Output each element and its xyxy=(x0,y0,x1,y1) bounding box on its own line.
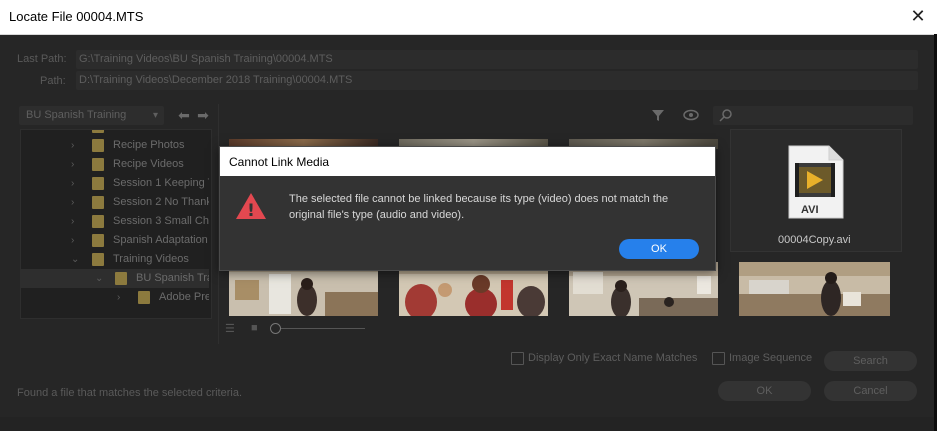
dialog-message-line2: original file's type (audio and video). xyxy=(289,209,465,221)
icon-view-icon[interactable]: ■ xyxy=(251,322,258,334)
tree-item-label: Recipe Videos xyxy=(113,158,184,170)
tree-item[interactable]: › Recipe Videos xyxy=(21,155,209,174)
chevron-down-icon: ▾ xyxy=(152,110,158,121)
window-title: Locate File 00004.MTS xyxy=(9,9,144,24)
chevron-right-icon[interactable]: › xyxy=(117,288,120,307)
search-input[interactable] xyxy=(713,106,913,125)
location-dropdown[interactable]: BU Spanish Training ▾ xyxy=(19,106,164,125)
tree-item-label: BU Spanish Trai xyxy=(136,272,209,284)
close-icon[interactable]: ✕ xyxy=(909,7,927,25)
warning-icon: ! xyxy=(235,191,267,226)
folder-icon xyxy=(92,158,104,171)
chevron-right-icon[interactable]: › xyxy=(71,193,74,212)
last-path-label: Last Path: xyxy=(17,53,67,65)
location-dropdown-value: BU Spanish Training xyxy=(26,109,127,121)
folder-icon xyxy=(92,196,104,209)
file-name: 00004Copy.avi xyxy=(778,234,851,246)
folder-icon xyxy=(115,272,127,285)
tree-item[interactable]: › Session 3 Small Ch xyxy=(21,212,209,231)
chevron-right-icon[interactable]: › xyxy=(71,136,74,155)
exact-match-checkbox[interactable] xyxy=(511,352,524,365)
folder-icon xyxy=(92,253,104,266)
status-text: Found a file that matches the selected c… xyxy=(17,387,243,399)
ok-button[interactable]: OK xyxy=(718,381,811,401)
last-path-field: G:\Training Videos\BU Spanish Training\0… xyxy=(76,50,918,69)
chevron-down-icon[interactable]: ⌄ xyxy=(71,250,79,269)
tree-item[interactable]: › Session 2 No Thank xyxy=(21,193,209,212)
cannot-link-media-dialog: Cannot Link Media ! The selected file ca… xyxy=(219,146,716,271)
image-sequence-label: Image Sequence xyxy=(729,352,813,364)
tree-item[interactable]: › Adobe Pre xyxy=(21,288,209,307)
chevron-right-icon[interactable]: › xyxy=(71,155,74,174)
folder-tree[interactable]: › Recipe Photos › Recipe Videos › Sessio… xyxy=(20,129,212,319)
exact-match-label: Display Only Exact Name Matches xyxy=(528,352,698,364)
folder-icon xyxy=(92,130,104,133)
folder-icon xyxy=(92,139,104,152)
tree-item-label: Session 1 Keeping T xyxy=(113,177,209,189)
eye-icon[interactable] xyxy=(683,108,699,127)
tree-item[interactable]: › Recipe Photos xyxy=(21,136,209,155)
zoom-slider-handle[interactable] xyxy=(270,323,281,334)
tree-item-partial xyxy=(21,130,209,136)
folder-icon xyxy=(92,177,104,190)
arrow-left-icon[interactable]: ⬅ xyxy=(176,106,192,125)
dialog-title-bar: Cannot Link Media xyxy=(220,147,715,176)
title-bar: Locate File 00004.MTS ✕ xyxy=(0,0,937,35)
chevron-right-icon[interactable]: › xyxy=(71,174,74,193)
zoom-slider[interactable] xyxy=(277,328,365,329)
folder-icon xyxy=(92,215,104,228)
warning-glyph: ! xyxy=(247,201,255,221)
path-label: Path: xyxy=(40,75,66,87)
filter-icon[interactable] xyxy=(651,108,665,127)
tree-item-label: Training Videos xyxy=(113,253,189,265)
folder-icon xyxy=(92,234,104,247)
image-sequence-checkbox[interactable] xyxy=(712,352,725,365)
search-button[interactable]: Search xyxy=(824,351,917,371)
arrow-right-icon[interactable]: ➡ xyxy=(195,106,211,125)
dialog-title: Cannot Link Media xyxy=(229,155,330,169)
tree-item-label: Adobe Pre xyxy=(159,291,209,303)
tree-item[interactable]: › Spanish Adaptation xyxy=(21,231,209,250)
tree-item-label: Spanish Adaptation xyxy=(113,234,208,246)
tree-item[interactable]: ⌄ Training Videos xyxy=(21,250,209,269)
file-thumbnail[interactable] xyxy=(739,262,890,316)
tree-item-label: Session 2 No Thank xyxy=(113,196,209,208)
chevron-down-icon[interactable]: ⌄ xyxy=(95,269,103,288)
dialog-ok-button[interactable]: OK xyxy=(619,239,699,259)
list-view-icon[interactable]: ☰ xyxy=(225,322,235,335)
cancel-button[interactable]: Cancel xyxy=(824,381,917,401)
avi-badge: AVI xyxy=(801,204,819,216)
tree-item-selected[interactable]: ⌄ BU Spanish Trai xyxy=(21,269,209,288)
tree-item-label: Recipe Photos xyxy=(113,139,185,151)
chevron-right-icon[interactable]: › xyxy=(71,212,74,231)
search-icon xyxy=(719,109,733,127)
thumbnail-image xyxy=(739,262,890,316)
tree-item-label: Session 3 Small Ch xyxy=(113,215,209,227)
dialog-message-line1: The selected file cannot be linked becau… xyxy=(289,193,669,205)
chevron-right-icon[interactable]: › xyxy=(71,231,74,250)
path-field[interactable]: D:\Training Videos\December 2018 Trainin… xyxy=(76,71,918,90)
folder-icon xyxy=(138,291,150,304)
tree-item[interactable]: › Session 1 Keeping T xyxy=(21,174,209,193)
